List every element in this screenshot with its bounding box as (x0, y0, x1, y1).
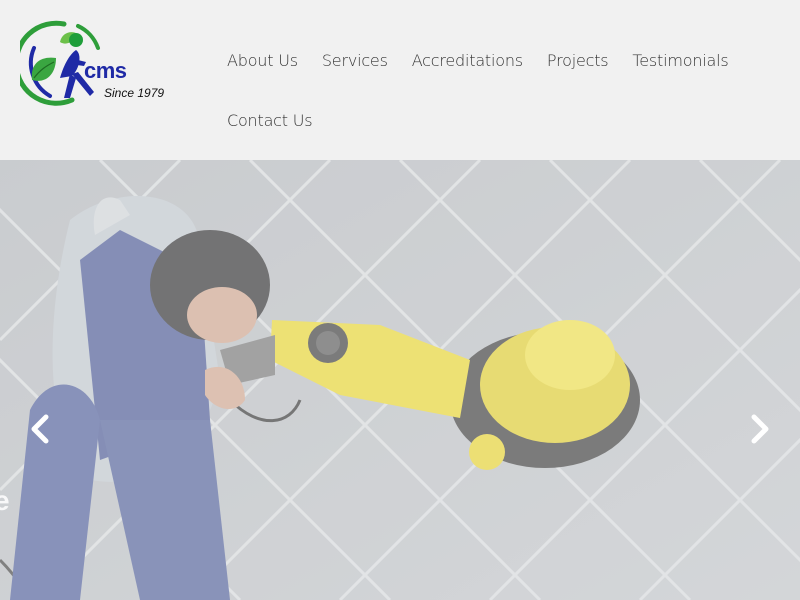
chevron-right-icon (751, 414, 769, 444)
main-navigation: About Us Services Accreditations Project… (227, 30, 787, 150)
slider-next-button[interactable] (746, 412, 774, 446)
brand-logo[interactable]: cms Since 1979 (20, 18, 170, 108)
nav-item-accreditations[interactable]: Accreditations (412, 51, 523, 70)
hero-overlay (0, 160, 800, 600)
nav-item-contact-us[interactable]: Contact Us (227, 111, 313, 130)
hero-slider: e CL (0, 160, 800, 600)
nav-item-testimonials[interactable]: Testimonials (632, 51, 728, 70)
slide-caption-fragment-left: e (0, 485, 10, 516)
slider-prev-button[interactable] (26, 412, 54, 446)
logo-tagline: Since 1979 (104, 86, 165, 100)
nav-row-1: About Us Services Accreditations Project… (227, 30, 787, 90)
nav-item-services[interactable]: Services (322, 51, 388, 70)
logo-wordmark: cms (84, 58, 127, 83)
chevron-left-icon (31, 414, 49, 444)
nav-item-projects[interactable]: Projects (547, 51, 609, 70)
site-header: cms Since 1979 About Us Services Accredi… (0, 0, 800, 160)
nav-row-2: Contact Us (227, 90, 787, 150)
nav-item-about-us[interactable]: About Us (227, 51, 298, 70)
